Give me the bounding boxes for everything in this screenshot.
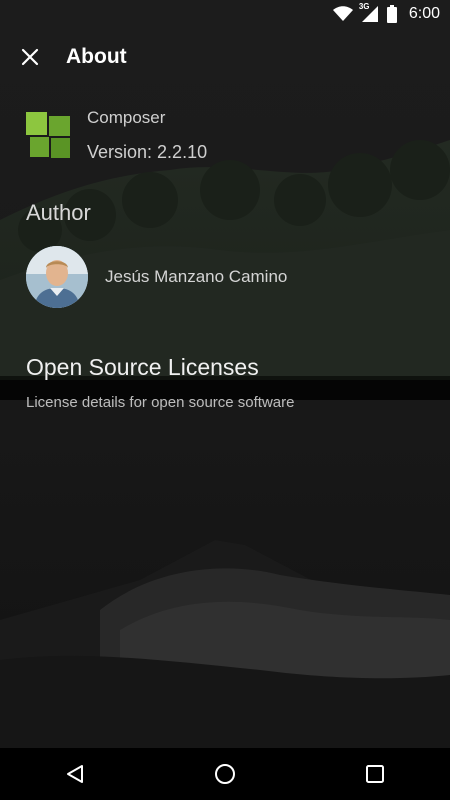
recents-icon [366, 765, 384, 783]
app-logo [26, 112, 70, 160]
close-button[interactable] [0, 28, 60, 86]
back-button[interactable] [40, 748, 110, 800]
battery-icon [386, 5, 397, 23]
avatar [26, 246, 88, 308]
status-time: 6:00 [408, 5, 440, 22]
close-icon [21, 48, 39, 66]
navigation-bar [0, 748, 450, 800]
author-heading: Author [26, 200, 91, 225]
open-source-licenses-item[interactable]: Open Source Licenses License details for… [26, 354, 294, 411]
app-version: Version: 2.2.10 [87, 142, 208, 162]
status-bar: 3G 6:00 [0, 0, 450, 28]
licenses-title: Open Source Licenses [26, 354, 259, 380]
network-type-label: 3G [358, 2, 370, 11]
cell-signal-icon: 3G [358, 2, 379, 23]
licenses-subtitle: License details for open source software [26, 394, 295, 411]
wifi-icon [332, 6, 353, 22]
home-button[interactable] [190, 748, 260, 800]
home-icon [215, 764, 235, 784]
app-name: Composer [87, 108, 166, 127]
author-row[interactable]: Jesús Manzano Camino [26, 246, 287, 308]
recents-button[interactable] [340, 748, 410, 800]
about-screen: 3G 6:00 About Composer Version: 2.2.10 A… [0, 0, 450, 800]
page-title: About [66, 45, 127, 68]
toolbar: About [0, 28, 450, 86]
author-name: Jesús Manzano Camino [105, 267, 288, 286]
app-info: Composer Version: 2.2.10 [26, 108, 207, 163]
back-icon [67, 765, 83, 783]
